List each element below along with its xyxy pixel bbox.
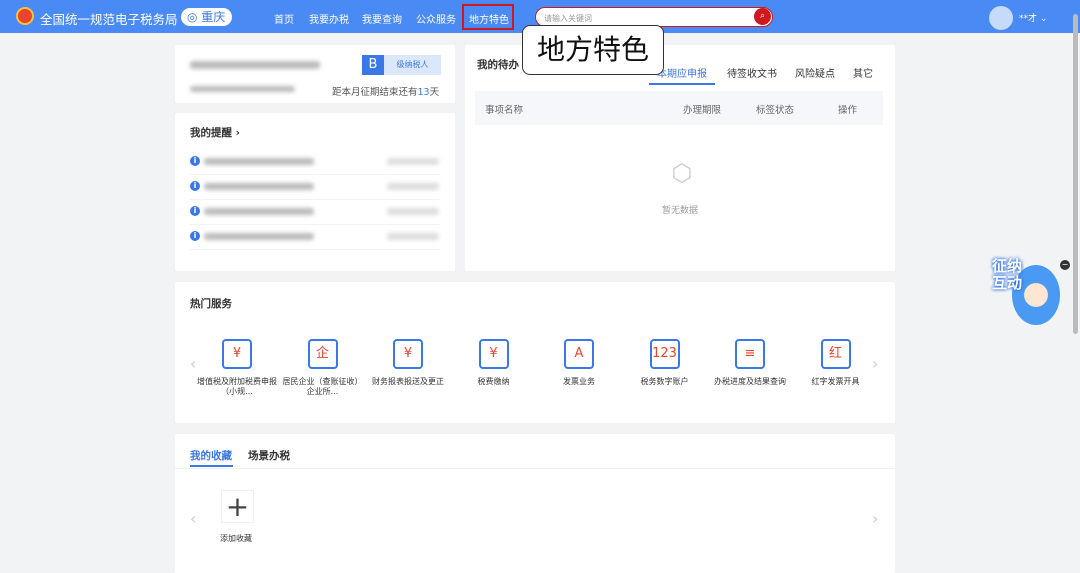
search-input[interactable]: 请输入关键词 [535,7,773,27]
col-action: 操作 [838,105,858,116]
reminder-date [387,183,439,190]
service-icon[interactable]: ¥ [393,339,423,369]
minimize-icon[interactable]: − [1060,260,1070,270]
reminder-item[interactable] [204,183,314,190]
deadline-days: 13 [417,87,430,98]
tax-emblem-logo [16,7,34,25]
add-favorite-button[interactable]: + [221,490,254,523]
service-icon[interactable]: ¥ [222,339,252,369]
tab-favorites[interactable]: 我的收藏 [190,448,232,463]
user-menu[interactable]: **才 ⌄ [1019,11,1047,24]
chevron-right-icon[interactable]: › [872,509,878,528]
chevron-right-icon[interactable]: › [872,354,878,373]
nav-home[interactable]: 首页 [274,11,294,26]
nav-tax[interactable]: 我要办税 [309,11,349,26]
tab-other[interactable]: 其它 [853,65,873,80]
reminder-item[interactable] [204,233,314,240]
active-tab-indicator [649,83,715,85]
service-label[interactable]: 增值税及附加税费申报（小规... [197,377,277,397]
highlight-box [462,4,514,30]
deadline-suffix: 天 [429,87,440,98]
table-header [475,91,883,125]
reminder-item[interactable] [204,158,314,165]
hot-services-card [175,282,895,423]
deadline-prefix: 距本月征期结束还有 [332,87,418,98]
deadline-text: 距本月征期结束还有13天 [332,84,439,98]
plus-icon: + [225,490,250,523]
divider [175,468,895,469]
callout-label: 地方特色 [522,25,664,75]
service-label[interactable]: 税务数字账户 [625,377,705,387]
info-icon: i [190,231,200,241]
info-icon: i [190,156,200,166]
assistant-label[interactable]: 征纳互动 [985,258,1029,292]
search-icon[interactable]: ⌕ [754,8,771,25]
todo-title: 我的待办 [477,59,519,71]
empty-text: 暂无数据 [662,206,699,216]
col-status: 标签状态 [756,105,795,116]
hot-title: 热门服务 [190,298,232,310]
site-title: 全国统一规范电子税务局 [40,12,178,27]
service-icon[interactable]: A [564,339,594,369]
reminder-date [387,233,439,240]
service-label[interactable]: 发票业务 [539,377,619,387]
nav-public[interactable]: 公众服务 [416,11,456,26]
add-favorite-label: 添加收藏 [220,534,252,543]
tax-id [190,86,295,92]
info-icon: i [190,206,200,216]
chevron-left-icon[interactable]: ‹ [190,509,196,528]
service-label[interactable]: 办税进度及结果查询 [710,377,790,387]
divider [190,174,440,175]
active-tab-indicator [190,465,233,467]
grade-label: 级纳税人 [384,55,441,75]
user-name: **才 [1019,14,1038,24]
tab-risks[interactable]: 风险疑点 [795,65,835,80]
empty-box-icon: ⬡ [671,159,693,187]
service-label[interactable]: 税费缴纳 [454,377,534,387]
chevron-left-icon[interactable]: ‹ [190,354,196,373]
divider [190,249,440,250]
scrollbar[interactable] [1073,14,1078,334]
service-label[interactable]: 红字发票开具 [796,377,876,387]
service-icon[interactable]: 红 [820,339,851,369]
grade-badge: B [362,55,384,75]
col-name: 事项名称 [485,105,524,116]
service-icon[interactable]: ≡ [735,339,765,369]
service-icon[interactable]: ¥ [478,339,509,369]
tab-current[interactable]: 本期应申报 [657,65,707,80]
divider [190,199,440,200]
city-selector[interactable]: ◎ 重庆 [181,8,232,26]
city-label: 重庆 [201,10,226,24]
service-label[interactable]: 居民企业（查账征收）企业所... [283,377,363,397]
service-icon[interactable]: 123 [649,339,680,369]
service-icon[interactable]: 企 [307,339,338,369]
avatar[interactable] [989,6,1013,30]
tab-scenarios[interactable]: 场景办税 [248,448,290,463]
reminders-title[interactable]: 我的提醒 › [190,125,240,140]
reminder-date [387,208,439,215]
service-label[interactable]: 财务报表报送及更正 [368,377,448,387]
company-name [190,61,320,69]
reminder-date [387,158,439,165]
reminder-item[interactable] [204,208,314,215]
nav-query[interactable]: 我要查询 [362,11,402,26]
col-deadline: 办理期限 [683,105,722,116]
info-icon: i [190,181,200,191]
divider [190,224,440,225]
tab-documents[interactable]: 待签收文书 [727,65,777,80]
